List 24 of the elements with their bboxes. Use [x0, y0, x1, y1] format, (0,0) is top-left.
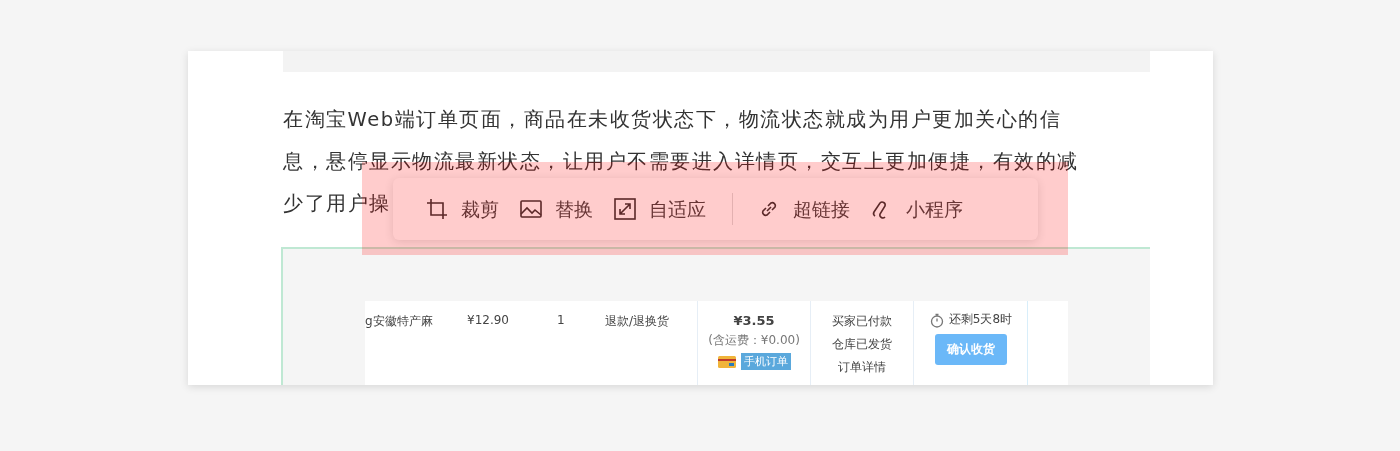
quantity-text: 1	[557, 312, 566, 329]
card-icon	[717, 355, 736, 368]
status-link[interactable]: 仓库已发货	[832, 336, 892, 353]
expand-icon	[613, 197, 637, 221]
status-link[interactable]: 买家已付款	[832, 313, 892, 330]
paragraph-line: 在淘宝Web端订单页面，商品在未收货状态下，物流状态就成为用户更加关心的信	[283, 108, 1061, 131]
paragraph-line: 少了用户操	[283, 192, 391, 215]
image-icon	[519, 197, 543, 221]
product-title: g安徽特产麻	[365, 313, 434, 330]
paragraph-line: 息，悬停显示物流最新状态，让用户不需要进入详情页，交互上更加便捷，有效的减	[283, 150, 1079, 173]
countdown-text: 还剩5天8时	[948, 311, 1013, 328]
toolbar-button[interactable]: 超链接	[749, 196, 860, 222]
toolbar-button[interactable]: 替换	[511, 196, 603, 222]
toolbar-button[interactable]: 自适应	[605, 196, 716, 222]
service-link[interactable]: 退款/退换货	[605, 301, 697, 385]
toolbar-button[interactable]: 小程序	[862, 196, 973, 222]
stopwatch-icon	[928, 311, 945, 328]
toolbar-button[interactable]: 裁剪	[417, 196, 509, 222]
price-text: ¥12.90	[467, 312, 510, 329]
crop-icon	[425, 197, 449, 221]
shipping-text: (含运费：¥0.00)	[708, 332, 800, 349]
status-link[interactable]: 订单详情	[838, 359, 886, 376]
mobile-order-badge: 手机订单	[740, 353, 791, 370]
total-price: ¥3.55	[733, 313, 775, 328]
